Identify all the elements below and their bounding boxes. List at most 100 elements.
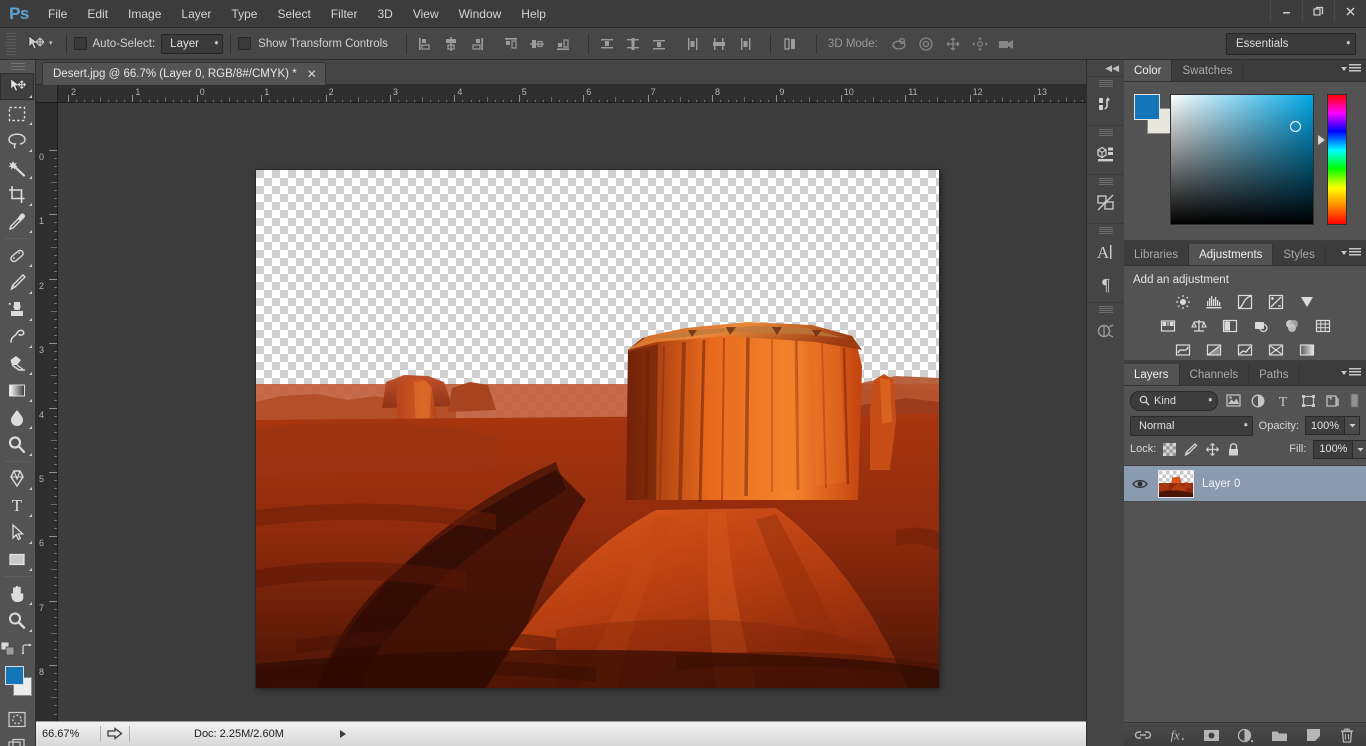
opacity-slider-caret[interactable] — [1345, 416, 1360, 435]
vertical-ruler[interactable]: 0 1 2 3 4 5 6 7 8 — [36, 103, 58, 721]
screen-mode-button[interactable] — [0, 733, 34, 746]
layer-thumbnail[interactable] — [1158, 469, 1194, 498]
menu-edit[interactable]: Edit — [77, 0, 118, 28]
curves-adjustment-icon[interactable] — [1235, 293, 1255, 311]
camera-3d-icon[interactable] — [996, 33, 1018, 55]
eyedropper-tool[interactable] — [0, 208, 34, 235]
new-layer-icon[interactable] — [1304, 726, 1322, 744]
filter-toggle-icon[interactable] — [1348, 391, 1360, 411]
black-white-adjustment-icon[interactable] — [1220, 317, 1240, 335]
color-picker-field[interactable] — [1170, 94, 1314, 225]
expand-arrow-icon[interactable] — [339, 730, 346, 738]
path-selection-tool[interactable] — [0, 519, 34, 546]
share-icon[interactable] — [107, 727, 123, 741]
expand-panels-icon[interactable]: ◀◀ — [1087, 60, 1124, 76]
image-canvas[interactable] — [256, 170, 939, 688]
distribute-top-edges-icon[interactable] — [596, 33, 618, 55]
zoom-tool[interactable] — [0, 607, 34, 634]
character-panel-icon[interactable]: A — [1087, 235, 1125, 269]
dock-grip[interactable] — [1098, 178, 1113, 185]
menu-layer[interactable]: Layer — [171, 0, 221, 28]
auto-select-checkbox[interactable] — [73, 37, 87, 50]
fill-slider-caret[interactable] — [1353, 439, 1366, 459]
exposure-adjustment-icon[interactable] — [1266, 293, 1286, 311]
color-swatches[interactable] — [0, 664, 34, 700]
gradient-map-adjustment-icon[interactable] — [1266, 341, 1286, 359]
rectangle-tool[interactable] — [0, 546, 34, 573]
gradient-tool[interactable] — [0, 377, 34, 404]
dock-grip[interactable] — [1098, 129, 1113, 136]
workspace-selector[interactable]: Essentials ▴ ▾ — [1226, 32, 1356, 55]
layer-filter-kind-dropdown[interactable]: Kind ▴ ▾ — [1130, 390, 1218, 411]
menu-help[interactable]: Help — [511, 0, 556, 28]
adjustments-panel-menu-icon[interactable] — [1341, 248, 1361, 257]
add-layer-mask-icon[interactable] — [1202, 726, 1220, 744]
menu-3d[interactable]: 3D — [367, 0, 402, 28]
distribute-right-edges-icon[interactable] — [734, 33, 756, 55]
slide-3d-icon[interactable] — [969, 33, 991, 55]
lock-transparent-pixels-icon[interactable] — [1163, 441, 1177, 458]
align-vertical-centers-icon[interactable] — [526, 33, 548, 55]
tab-paths[interactable]: Paths — [1249, 364, 1300, 385]
tab-styles[interactable]: Styles — [1273, 244, 1326, 265]
menu-file[interactable]: File — [38, 0, 77, 28]
dock-grip[interactable] — [1098, 306, 1113, 313]
distribute-bottom-edges-icon[interactable] — [648, 33, 670, 55]
history-brush-tool[interactable] — [0, 323, 34, 350]
orbit-3d-icon[interactable] — [888, 33, 910, 55]
blend-mode-dropdown[interactable]: Normal ▴ ▾ — [1130, 415, 1253, 436]
current-tool-preview[interactable]: ▾ — [20, 34, 59, 54]
align-top-edges-icon[interactable] — [500, 33, 522, 55]
properties-panel-icon[interactable] — [1087, 137, 1125, 171]
filter-type-layers-icon[interactable]: T — [1273, 391, 1293, 411]
paths-panel-icon[interactable] — [1087, 186, 1125, 220]
options-bar-grip[interactable] — [6, 32, 16, 55]
close-button[interactable] — [1334, 0, 1366, 22]
align-bottom-edges-icon[interactable] — [552, 33, 574, 55]
auto-align-layers-icon[interactable] — [778, 33, 804, 55]
color-balance-adjustment-icon[interactable] — [1189, 317, 1209, 335]
lasso-tool[interactable] — [0, 127, 34, 154]
clone-source-panel-icon[interactable] — [1087, 314, 1125, 348]
menu-type[interactable]: Type — [221, 0, 267, 28]
type-tool[interactable]: T — [0, 492, 34, 519]
auto-select-scope-dropdown[interactable]: Layer ▴ ▾ — [161, 33, 224, 54]
color-panel-foreground-swatch[interactable] — [1134, 94, 1160, 120]
dock-grip[interactable] — [1098, 227, 1113, 234]
menu-select[interactable]: Select — [267, 0, 320, 28]
foreground-color-swatch[interactable] — [5, 666, 24, 685]
spot-healing-brush-tool[interactable] — [0, 242, 34, 269]
show-transform-checkbox[interactable] — [238, 37, 252, 50]
color-panel-menu-icon[interactable] — [1341, 64, 1361, 73]
horizontal-ruler[interactable]: 2 1 0 1 2 3 4 5 6 7 8 9 10 11 12 13 — [58, 85, 1086, 103]
align-right-edges-icon[interactable] — [466, 33, 488, 55]
hand-tool[interactable] — [0, 580, 34, 607]
swap-colors-icon[interactable] — [21, 643, 34, 656]
blur-tool[interactable] — [0, 404, 34, 431]
new-group-icon[interactable] — [1270, 726, 1288, 744]
delete-layer-icon[interactable] — [1338, 726, 1356, 744]
pan-3d-icon[interactable] — [942, 33, 964, 55]
fill-value[interactable]: 100% — [1313, 439, 1354, 459]
move-tool[interactable] — [0, 73, 34, 100]
menu-image[interactable]: Image — [118, 0, 171, 28]
close-document-icon[interactable]: ✕ — [305, 67, 319, 81]
vibrance-adjustment-icon[interactable] — [1297, 293, 1317, 311]
new-adjustment-layer-icon[interactable] — [1236, 726, 1254, 744]
hue-slider[interactable] — [1327, 94, 1347, 225]
posterize-adjustment-icon[interactable] — [1204, 341, 1224, 359]
distribute-horizontal-centers-icon[interactable] — [708, 33, 730, 55]
filter-shape-layers-icon[interactable] — [1298, 391, 1318, 411]
lock-image-pixels-icon[interactable] — [1183, 441, 1198, 458]
crop-tool[interactable] — [0, 181, 34, 208]
menu-window[interactable]: Window — [449, 0, 512, 28]
hue-saturation-adjustment-icon[interactable] — [1158, 317, 1178, 335]
align-left-edges-icon[interactable] — [414, 33, 436, 55]
channel-mixer-adjustment-icon[interactable] — [1282, 317, 1302, 335]
layer-style-fx-icon[interactable]: fx — [1168, 726, 1186, 744]
dock-grip[interactable] — [1098, 80, 1113, 87]
threshold-adjustment-icon[interactable] — [1235, 341, 1255, 359]
dodge-tool[interactable] — [0, 431, 34, 458]
paragraph-panel-icon[interactable]: ¶ — [1087, 269, 1125, 299]
ruler-corner[interactable] — [36, 85, 58, 103]
